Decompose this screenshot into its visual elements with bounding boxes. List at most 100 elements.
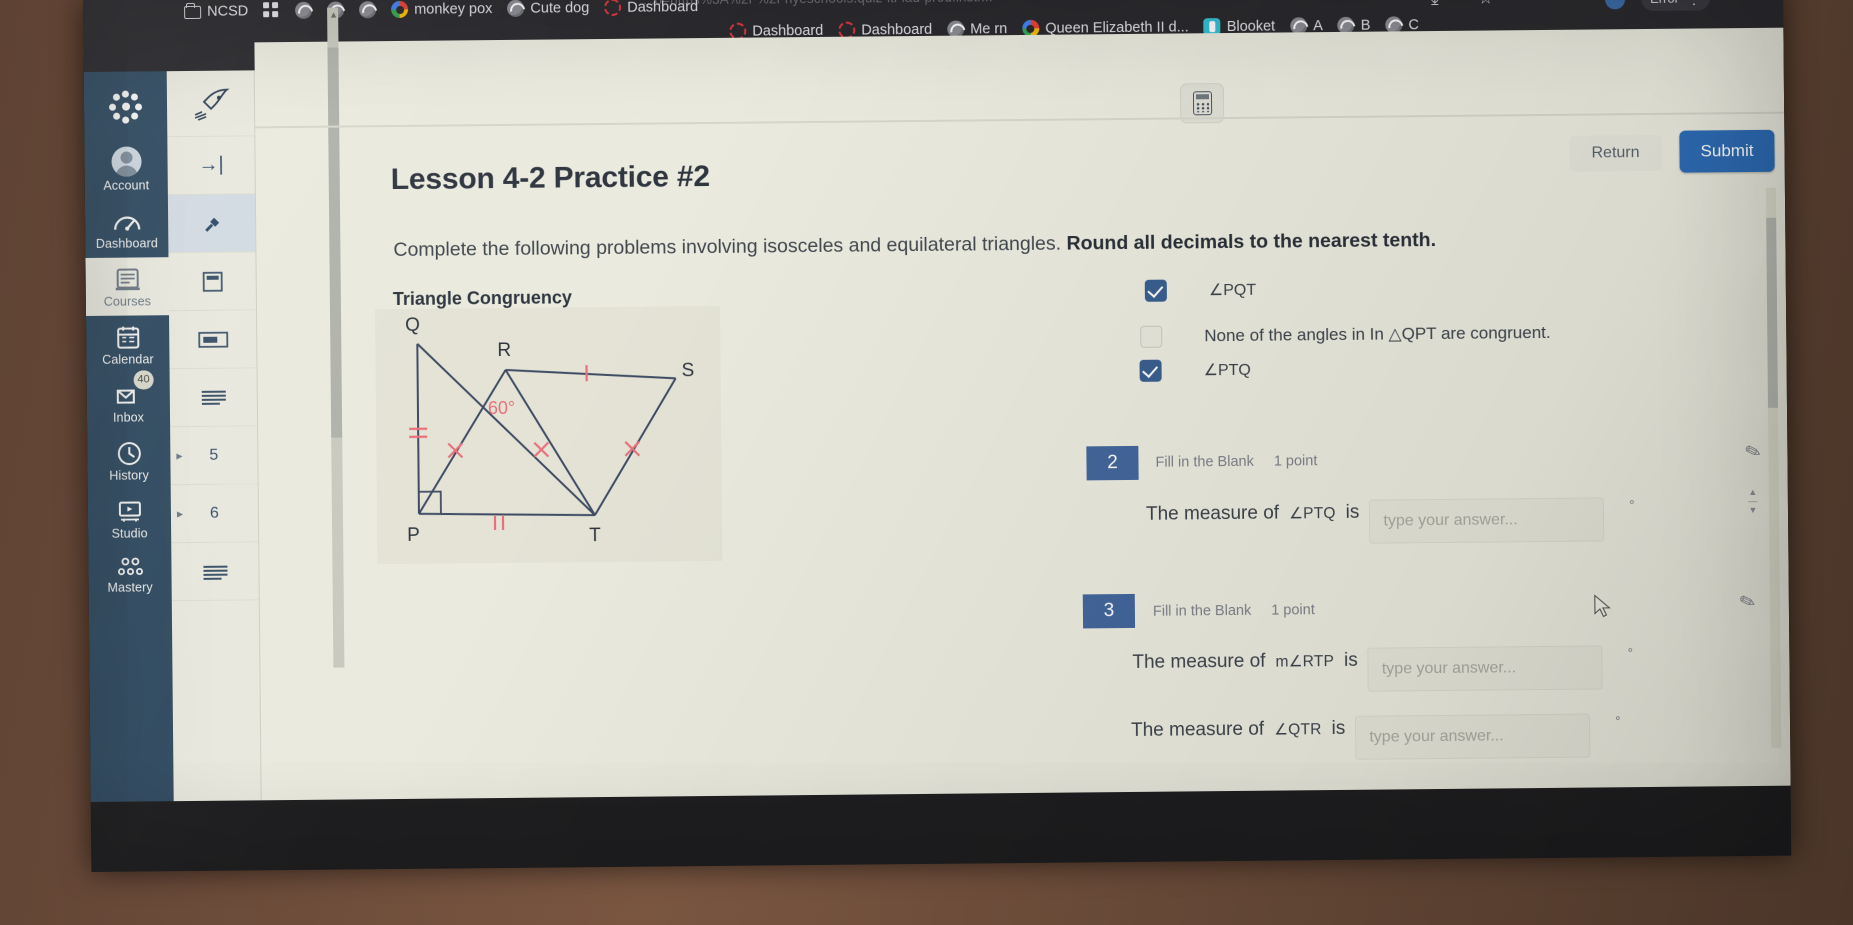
sidebar-item-label: History — [109, 468, 149, 483]
course-nav-pin[interactable] — [167, 194, 256, 254]
jump-to-icon: →| — [198, 153, 224, 176]
q3-answer-input-0[interactable]: type your answer... — [1367, 645, 1604, 692]
q1-option-1[interactable]: None of the angles in In △QPT are congru… — [1140, 322, 1551, 348]
sidebar-item-calendar[interactable]: Calendar — [86, 315, 170, 374]
kebab-menu-icon[interactable]: ⋮ — [1687, 0, 1701, 6]
course-nav-lines-2[interactable] — [171, 542, 259, 602]
q2-meta: Fill in the Blank 1 point — [1155, 453, 1317, 471]
bookmark-apps-grid[interactable] — [257, 0, 289, 21]
course-nav-page-5[interactable]: ▶ 5 — [170, 426, 258, 486]
q3-edit-pencil-icon[interactable]: ✎ — [1737, 589, 1759, 616]
course-nav-lines-1[interactable] — [169, 368, 258, 428]
sidebar-item-courses[interactable]: Courses — [85, 257, 170, 316]
bookmark-label: monkey pox — [414, 0, 493, 18]
q3-answer-input-1[interactable]: type your answer... — [1355, 713, 1591, 760]
vertex-label-S: S — [681, 360, 694, 381]
bookmarks-bar-row-1: NCSD monkey pox Cute dog Dashboard — [178, 0, 707, 22]
sidebar-item-label: Mastery — [107, 580, 153, 595]
bookmark-globe-3[interactable] — [353, 0, 385, 20]
q2-answer-input[interactable]: type your answer... — [1369, 497, 1605, 544]
quiz-content-area: ▲ Return Submit Lesson 4-2 Practice #2 C… — [254, 7, 1791, 801]
bookmark-globe-1[interactable] — [289, 0, 321, 21]
vertex-label-R: R — [497, 340, 511, 361]
folder-icon — [184, 5, 202, 20]
bookmark-monkey-pox[interactable]: monkey pox — [385, 0, 501, 20]
q2-edit-pencil-icon[interactable]: ✎ — [1742, 439, 1764, 466]
globe-icon — [507, 0, 525, 17]
calendar-icon — [116, 326, 139, 349]
omnibox-url-text: ...o=https%3A%2F%2Fnyeschools.quiz-lti-i… — [643, 0, 1323, 15]
bookmark-label: NCSD — [207, 2, 249, 20]
sidebar-item-label: Calendar — [102, 352, 154, 367]
vertex-label-P: P — [407, 525, 420, 546]
lines-icon — [201, 390, 226, 405]
download-icon[interactable]: ⤓ — [1431, 0, 1439, 9]
q1-option-0[interactable]: ∠PQT — [1144, 279, 1257, 302]
error-label: Error — [1650, 0, 1679, 6]
q3-line-0: The measure of m∠RTP is type your answer… — [1132, 637, 1633, 692]
q3-degree-symbol-0: ° — [1627, 645, 1633, 661]
profile-avatar-icon[interactable] — [1604, 0, 1626, 10]
speedometer-icon — [113, 216, 140, 231]
vertex-label-T: T — [589, 525, 601, 546]
sidebar-item-inbox[interactable]: 40 Inbox — [87, 370, 171, 432]
apps-grid-icon — [263, 2, 280, 19]
error-status-pill[interactable]: Error ⋮ — [1640, 0, 1711, 12]
q3-meta: Fill in the Blank 1 point — [1153, 602, 1315, 620]
canvas-logo[interactable] — [84, 79, 168, 138]
bookmark-cute-dog[interactable]: Cute dog — [501, 0, 598, 19]
page-6-label: 6 — [209, 504, 219, 522]
course-module-nav: →| ▶ 5 ▶ 6 — [166, 70, 262, 802]
q1-option-2[interactable]: ∠PTQ — [1139, 359, 1251, 382]
q1-option-label: ∠PQT — [1208, 281, 1257, 300]
globe-icon — [295, 1, 313, 19]
vertex-label-Q: Q — [405, 315, 420, 336]
q1-option-label: None of the angles in In △QPT are congru… — [1204, 322, 1551, 346]
submit-button[interactable]: Submit — [1679, 129, 1775, 173]
q2-suffix: is — [1345, 501, 1360, 523]
sidebar-item-account[interactable]: Account — [84, 137, 168, 200]
avatar-icon — [110, 146, 142, 177]
course-nav-banner[interactable] — [168, 310, 257, 370]
scroll-up-arrow-icon[interactable]: ▲ — [329, 10, 338, 20]
mastery-dots-icon — [117, 557, 143, 576]
checkbox-checked[interactable] — [1139, 359, 1162, 382]
q3-line-1: The measure of ∠QTR is type your answer.… — [1131, 705, 1620, 760]
sidebar-item-history[interactable]: History — [87, 431, 171, 490]
course-nav-card[interactable] — [168, 252, 256, 312]
quiz-scrollbar[interactable] — [1765, 187, 1782, 748]
canvas-dashed-icon — [604, 0, 622, 16]
angle-label-60: 60° — [488, 398, 515, 418]
q3-variable-0: m∠RTP — [1275, 653, 1335, 671]
q2-stepper[interactable]: ▲ — ▼ — [1746, 487, 1760, 515]
course-nav-page-6[interactable]: ▶ 6 — [170, 484, 259, 544]
course-nav-jump-to[interactable]: →| — [167, 136, 255, 196]
sidebar-item-label: Inbox — [112, 410, 145, 425]
inbox-unread-badge: 40 — [133, 370, 154, 390]
course-nav-rocket[interactable] — [166, 70, 255, 138]
sidebar-item-dashboard[interactable]: Dashboard — [85, 199, 169, 258]
taskbar-clock[interactable]: 5:03 PM 12/4/2024 — [1699, 870, 1757, 872]
chevron-right-icon: ▶ — [176, 451, 183, 461]
google-icon — [391, 0, 409, 19]
q2-line-0: The measure of ∠PTQ is type your answer.… — [1146, 489, 1635, 544]
bookmark-star-icon[interactable]: ☆ — [1478, 0, 1493, 9]
q3-type-label: Fill in the Blank — [1152, 602, 1252, 620]
q3-degree-symbol-1: ° — [1615, 713, 1621, 729]
checkbox-checked[interactable] — [1144, 279, 1167, 302]
geometry-figure-svg: Q R S P T 60° — [405, 315, 694, 546]
sidebar-item-label: Courses — [103, 294, 152, 309]
book-icon — [115, 268, 140, 291]
sidebar-item-mastery[interactable]: Mastery — [88, 547, 172, 602]
sidebar-item-studio[interactable]: Studio — [88, 489, 172, 548]
bookmark-label: Cute dog — [530, 0, 590, 17]
bookmark-ncsd[interactable]: NCSD — [178, 1, 257, 22]
q3-prefix-0: The measure of — [1132, 650, 1266, 673]
checkbox-unchecked[interactable] — [1140, 325, 1163, 348]
bookmark-dashboard-1[interactable]: Dashboard — [598, 0, 707, 18]
page-scrollbar-left[interactable]: ▲ — [327, 7, 345, 668]
return-button[interactable]: Return — [1569, 134, 1662, 172]
calculator-icon — [1192, 91, 1212, 116]
chevron-right-icon: ▶ — [176, 509, 184, 519]
quiz-instructions: Complete the following problems involvin… — [393, 227, 1623, 262]
